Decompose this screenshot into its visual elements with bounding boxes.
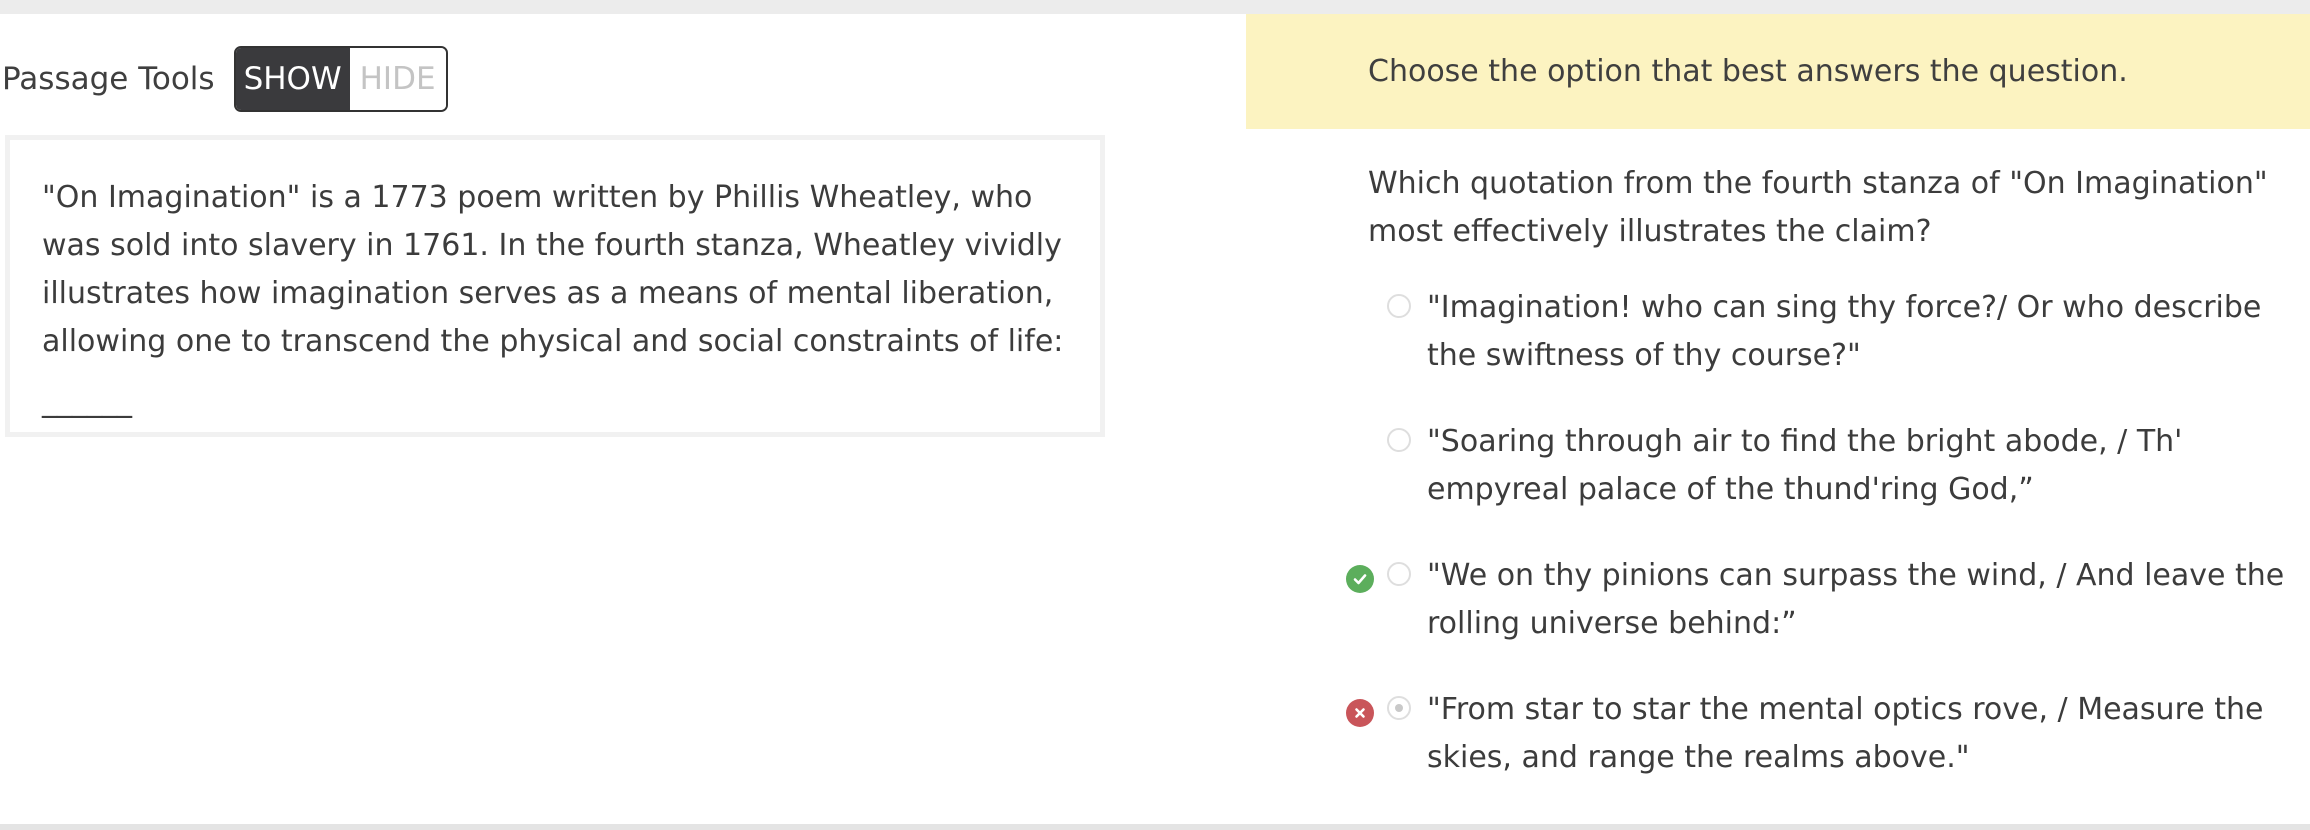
passage-text: "On Imagination" is a 1773 poem written … xyxy=(42,180,1064,359)
question-panel: Choose the option that best answers the … xyxy=(1246,14,2310,824)
top-strip xyxy=(0,0,2310,14)
hide-button[interactable]: HIDE xyxy=(349,48,446,110)
passage-blank: ______ xyxy=(42,384,132,419)
option-radio[interactable] xyxy=(1387,428,1411,452)
question-text: Which quotation from the fourth stanza o… xyxy=(1368,166,2268,249)
answer-option-d[interactable]: "From star to star the mental optics rov… xyxy=(1346,686,2296,782)
option-radio[interactable] xyxy=(1387,294,1411,318)
instruction-text: Choose the option that best answers the … xyxy=(1368,54,2128,89)
show-button[interactable]: SHOW xyxy=(235,48,350,110)
answer-option-a[interactable]: "Imagination! who can sing thy force?/ O… xyxy=(1346,284,2296,380)
passage-box: "On Imagination" is a 1773 poem written … xyxy=(5,135,1105,437)
bottom-divider xyxy=(0,824,2310,830)
option-text: "From star to star the mental optics rov… xyxy=(1427,692,2264,775)
option-radio[interactable] xyxy=(1387,562,1411,586)
option-radio-selected[interactable] xyxy=(1387,696,1411,720)
passage-panel: Passage Tools SHOW HIDE "On Imagination"… xyxy=(0,14,1246,824)
option-text: "We on thy pinions can surpass the wind,… xyxy=(1427,558,2285,641)
answer-option-b[interactable]: "Soaring through air to find the bright … xyxy=(1346,418,2296,514)
correct-check-icon xyxy=(1346,565,1374,593)
passage-tools-label: Passage Tools xyxy=(2,61,215,97)
incorrect-x-icon xyxy=(1346,699,1374,727)
passage-tools-row: Passage Tools SHOW HIDE xyxy=(2,44,448,114)
option-text: "Soaring through air to find the bright … xyxy=(1427,424,2183,507)
answer-option-c[interactable]: "We on thy pinions can surpass the wind,… xyxy=(1346,552,2296,648)
option-text: "Imagination! who can sing thy force?/ O… xyxy=(1427,290,2262,373)
instruction-bar: Choose the option that best answers the … xyxy=(1246,14,2310,129)
radio-selected-dot xyxy=(1395,704,1403,712)
passage-tools-toggle: SHOW HIDE xyxy=(233,46,448,112)
